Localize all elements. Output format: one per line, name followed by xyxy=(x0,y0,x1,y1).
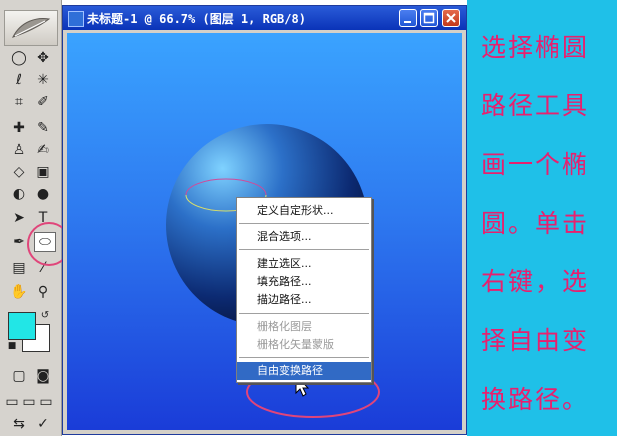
menu-item-free-transform-path[interactable]: 自由变换路径 xyxy=(237,362,371,380)
swap-colors-icon[interactable]: ↺ xyxy=(38,308,52,322)
instruction-panel: 选择椭圆 路径工具 画一个椭 圆。单击 右键，选 择自由变 换路径。 xyxy=(467,0,617,436)
dodge-icon[interactable]: ● xyxy=(32,184,54,204)
default-colors-icon[interactable]: ■ xyxy=(6,340,18,352)
menu-separator xyxy=(239,223,369,224)
path-select-icon[interactable]: ➤ xyxy=(8,208,30,228)
instruction-line: 换路径。 xyxy=(481,385,590,414)
healing-brush-icon[interactable]: ✚ xyxy=(8,118,30,138)
standard-mode-icon[interactable]: ▢ xyxy=(8,366,30,386)
zoom-icon[interactable]: ⚲ xyxy=(32,282,54,302)
menu-item-fill-path[interactable]: 填充路径... xyxy=(237,273,371,291)
clone-stamp-icon[interactable]: ♙ xyxy=(8,140,30,160)
magic-wand-icon[interactable]: ✳ xyxy=(32,70,54,90)
blur-icon[interactable]: ◐ xyxy=(8,184,30,204)
screen-mode-standard-icon[interactable]: ▭ xyxy=(4,392,20,412)
window-title: 未标题-1 @ 66.7% (图层 1, RGB/8) xyxy=(87,12,306,26)
close-button[interactable] xyxy=(442,9,460,27)
crop-icon[interactable]: ⌗ xyxy=(8,92,30,112)
photoshop-document-icon xyxy=(68,11,84,27)
notes-icon[interactable]: ▤ xyxy=(8,258,30,278)
lasso-icon[interactable]: ℓ xyxy=(8,70,30,90)
menu-separator xyxy=(239,249,369,250)
foreground-color-swatch[interactable] xyxy=(8,312,36,340)
context-menu: 定义自定形状... 混合选项... 建立选区... 填充路径... 描边路径..… xyxy=(236,197,372,383)
move-icon[interactable]: ✥ xyxy=(32,48,54,68)
maximize-icon xyxy=(423,12,435,24)
instruction-line: 圆。单击 xyxy=(481,209,590,238)
history-brush-icon[interactable]: ✍ xyxy=(32,140,54,160)
jump-to-imageready-icon[interactable]: ⇆ xyxy=(8,414,30,434)
instruction-line: 右键，选 xyxy=(481,267,590,296)
gradient-icon[interactable]: ▣ xyxy=(32,162,54,182)
menu-item-rasterize-vector-mask[interactable]: 栅格化矢量蒙版 xyxy=(237,336,371,354)
menu-item-define-custom-shape[interactable]: 定义自定形状... xyxy=(237,202,371,220)
menu-item-rasterize-layer[interactable]: 栅格化图层 xyxy=(237,318,371,336)
instruction-line: 画一个椭 xyxy=(481,150,590,179)
menu-item-blending-options[interactable]: 混合选项... xyxy=(237,228,371,246)
maximize-button[interactable] xyxy=(420,9,438,27)
marquee-icon[interactable]: ◯ xyxy=(8,48,30,68)
imageready-icon[interactable]: ✓ xyxy=(32,414,54,434)
eraser-icon[interactable]: ◇ xyxy=(8,162,30,182)
instruction-line: 择自由变 xyxy=(481,326,590,355)
quick-mask-icon[interactable]: ◙ xyxy=(32,366,54,386)
photoshop-feather-logo[interactable] xyxy=(4,10,58,46)
menu-item-stroke-path[interactable]: 描边路径... xyxy=(237,291,371,309)
menu-item-make-selection[interactable]: 建立选区... xyxy=(237,255,371,273)
toolbox: ◯ ✥ ℓ ✳ ⌗ ✐ ✚ ✎ ♙ ✍ ◇ ▣ ◐ ● ➤ T ✒ ⬭ ▤ ⁄ … xyxy=(0,0,71,436)
screen-mode-menubar-icon[interactable]: ▭ xyxy=(21,392,37,412)
menu-separator xyxy=(239,357,369,358)
instruction-line: 选择椭圆 xyxy=(481,33,590,62)
close-icon xyxy=(446,13,456,23)
minimize-button[interactable] xyxy=(399,9,417,27)
hand-icon[interactable]: ✋ xyxy=(8,282,30,302)
minimize-icon xyxy=(404,21,411,23)
screen-mode-full-icon[interactable]: ▭ xyxy=(38,392,54,412)
brush-icon[interactable]: ✎ xyxy=(32,118,54,138)
title-bar[interactable]: 未标题-1 @ 66.7% (图层 1, RGB/8) xyxy=(63,6,466,30)
slice-icon[interactable]: ✐ xyxy=(32,92,54,112)
menu-separator xyxy=(239,313,369,314)
instruction-line: 路径工具 xyxy=(481,91,590,120)
